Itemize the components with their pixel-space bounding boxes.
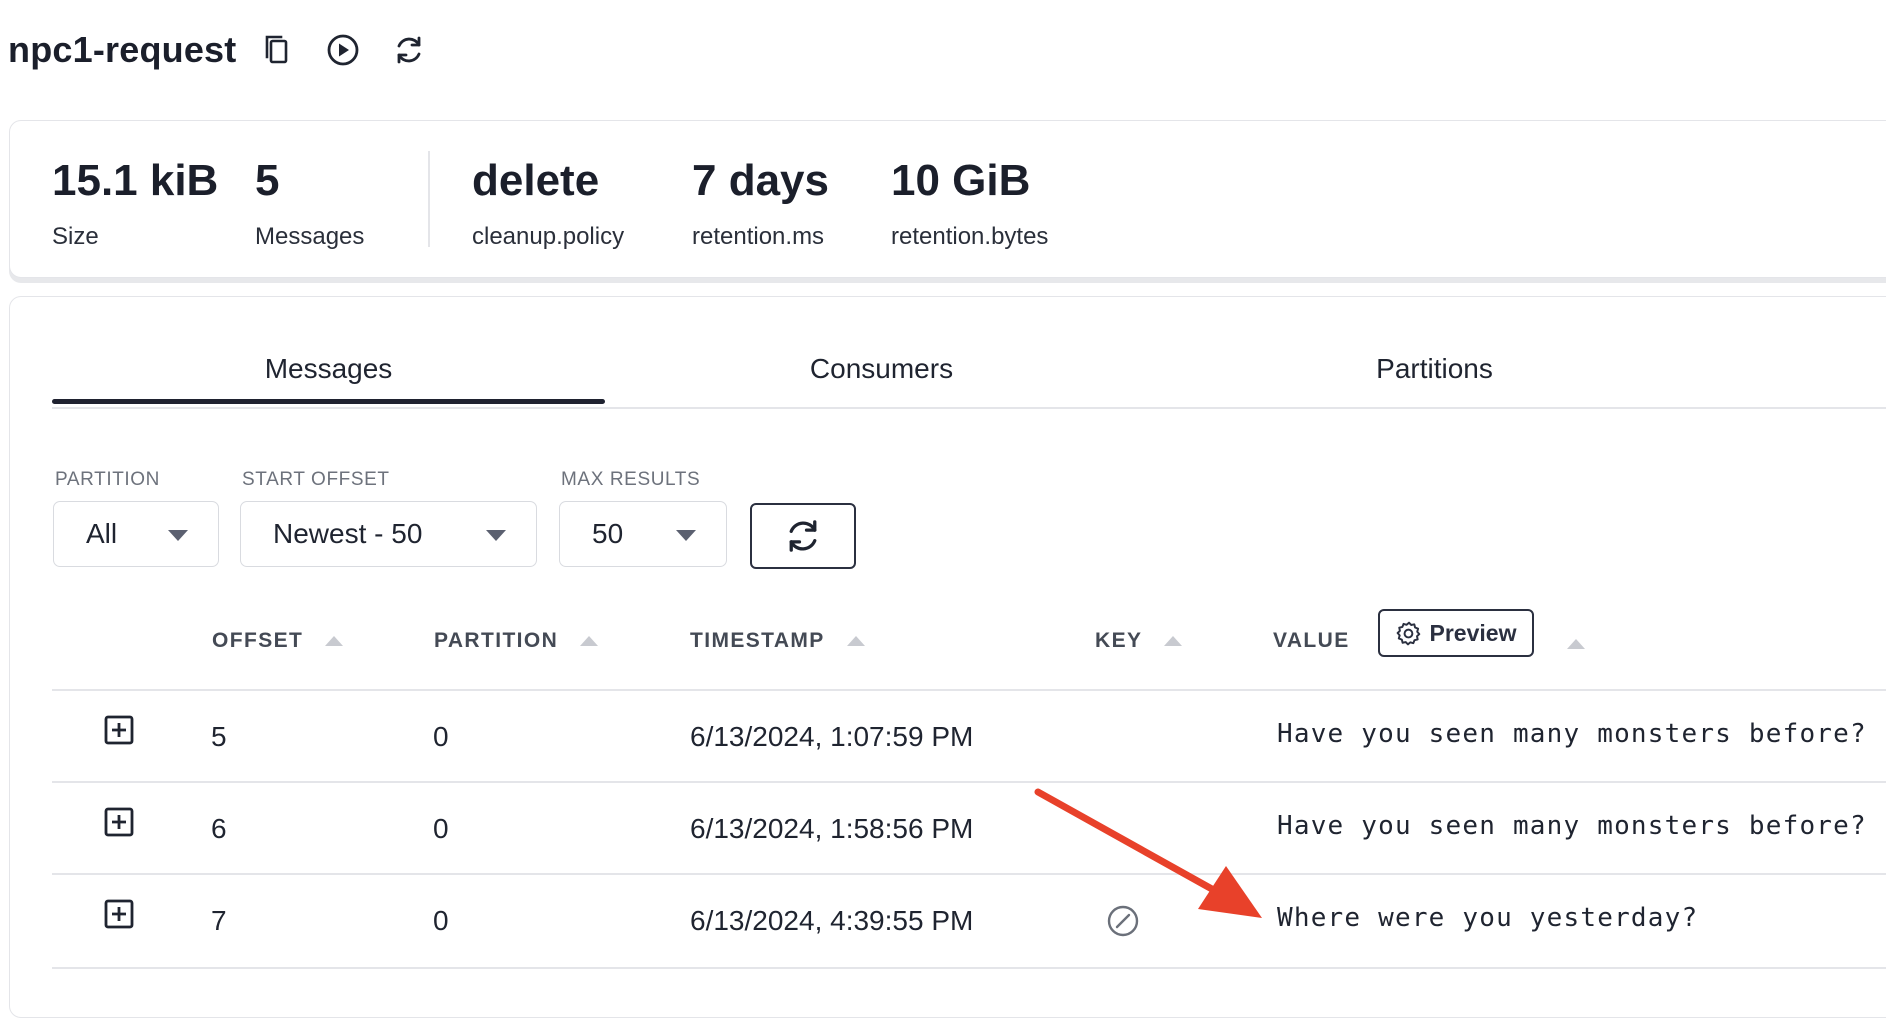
caret-down-icon (676, 530, 696, 541)
column-header-key[interactable]: KEY (1095, 629, 1183, 653)
column-header-label: TIMESTAMP (690, 629, 825, 652)
stat-label: Messages (255, 223, 365, 250)
column-header-label: PARTITION (434, 629, 559, 652)
refresh-messages-button[interactable] (750, 503, 856, 569)
stats-divider (428, 151, 430, 247)
play-circle-icon[interactable] (324, 31, 362, 69)
table-row: 5 0 6/13/2024, 1:07:59 PM Have you seen … (52, 689, 1886, 783)
start-offset-select[interactable]: Newest - 50 (240, 501, 537, 567)
expand-plus-icon[interactable] (104, 899, 134, 929)
null-key-icon (1107, 905, 1139, 937)
topic-stats-card: 15.1 kiB Size 5 Messages delete cleanup.… (9, 120, 1886, 278)
stat-value: 5 (255, 156, 280, 205)
stat-label: cleanup.policy (472, 223, 625, 250)
cell-value: Where were you yesterday? (1277, 903, 1699, 933)
tab-partitions[interactable]: Partitions (1158, 353, 1711, 385)
stat-retention-ms: 7 days retention.ms (692, 159, 829, 251)
max-results-filter-label: MAX RESULTS (561, 469, 701, 490)
sort-icon[interactable] (325, 636, 344, 646)
stat-value: delete (472, 156, 600, 205)
stat-value: 7 days (692, 156, 829, 205)
column-header-timestamp[interactable]: TIMESTAMP (690, 629, 865, 653)
stat-value: 15.1 kiB (52, 156, 219, 205)
cell-offset: 6 (211, 813, 227, 844)
caret-down-icon (486, 530, 506, 541)
page-title: npc1-request (8, 29, 237, 70)
stat-label: retention.ms (692, 223, 825, 250)
title-row: npc1-request (8, 28, 428, 72)
column-header-label: KEY (1095, 629, 1143, 652)
sort-icon[interactable] (846, 636, 865, 646)
column-header-label: VALUE (1273, 629, 1350, 652)
preview-label: Preview (1429, 619, 1517, 646)
cell-offset: 7 (211, 905, 227, 936)
sort-icon[interactable] (1567, 639, 1585, 649)
cell-timestamp: 6/13/2024, 1:58:56 PM (690, 813, 974, 844)
column-header-label: OFFSET (212, 629, 304, 652)
copy-icon[interactable] (258, 31, 296, 69)
start-offset-select-value: Newest - 50 (273, 518, 423, 549)
partition-select-value: All (86, 518, 118, 549)
stat-label: retention.bytes (891, 223, 1049, 250)
cell-timestamp: 6/13/2024, 1:07:59 PM (690, 721, 974, 752)
refresh-icon[interactable] (390, 31, 428, 69)
stat-size: 15.1 kiB Size (52, 159, 218, 251)
cell-value: Have you seen many monsters before? (1277, 719, 1867, 749)
column-header-offset[interactable]: OFFSET (212, 629, 344, 653)
partition-select[interactable]: All (53, 501, 219, 567)
expand-plus-icon[interactable] (104, 715, 134, 745)
column-header-value: VALUE (1273, 629, 1350, 653)
cell-value: Have you seen many monsters before? (1277, 811, 1867, 841)
cell-partition: 0 (433, 905, 449, 936)
table-row: 7 0 6/13/2024, 4:39:55 PM Where were you… (52, 873, 1886, 969)
tab-messages[interactable]: Messages (52, 353, 605, 404)
partition-filter-label: PARTITION (55, 469, 160, 490)
refresh-icon (789, 520, 817, 552)
cell-partition: 0 (433, 813, 449, 844)
column-header-partition[interactable]: PARTITION (434, 629, 599, 653)
caret-down-icon (168, 530, 188, 541)
expand-plus-icon[interactable] (104, 807, 134, 837)
tab-consumers[interactable]: Consumers (605, 353, 1158, 385)
stat-cleanup-policy: delete cleanup.policy (472, 159, 624, 251)
cell-timestamp: 6/13/2024, 4:39:55 PM (690, 905, 974, 936)
max-results-select[interactable]: 50 (559, 501, 727, 567)
start-offset-filter-label: START OFFSET (242, 469, 390, 490)
stat-messages: 5 Messages (255, 159, 364, 251)
sort-icon[interactable] (1164, 636, 1183, 646)
cell-offset: 5 (211, 721, 227, 752)
topic-detail-card: Messages Consumers Partitions PARTITION … (9, 296, 1886, 1018)
preview-settings-button[interactable]: Preview (1378, 609, 1534, 657)
table-row: 6 0 6/13/2024, 1:58:56 PM Have you seen … (52, 781, 1886, 875)
stat-label: Size (52, 223, 99, 250)
stat-retention-bytes: 10 GiB retention.bytes (891, 159, 1048, 251)
tab-bar: Messages Consumers Partitions (52, 347, 1886, 409)
gear-icon (1396, 621, 1420, 646)
cell-partition: 0 (433, 721, 449, 752)
stat-value: 10 GiB (891, 156, 1031, 205)
max-results-select-value: 50 (592, 518, 624, 549)
sort-icon[interactable] (580, 636, 599, 646)
